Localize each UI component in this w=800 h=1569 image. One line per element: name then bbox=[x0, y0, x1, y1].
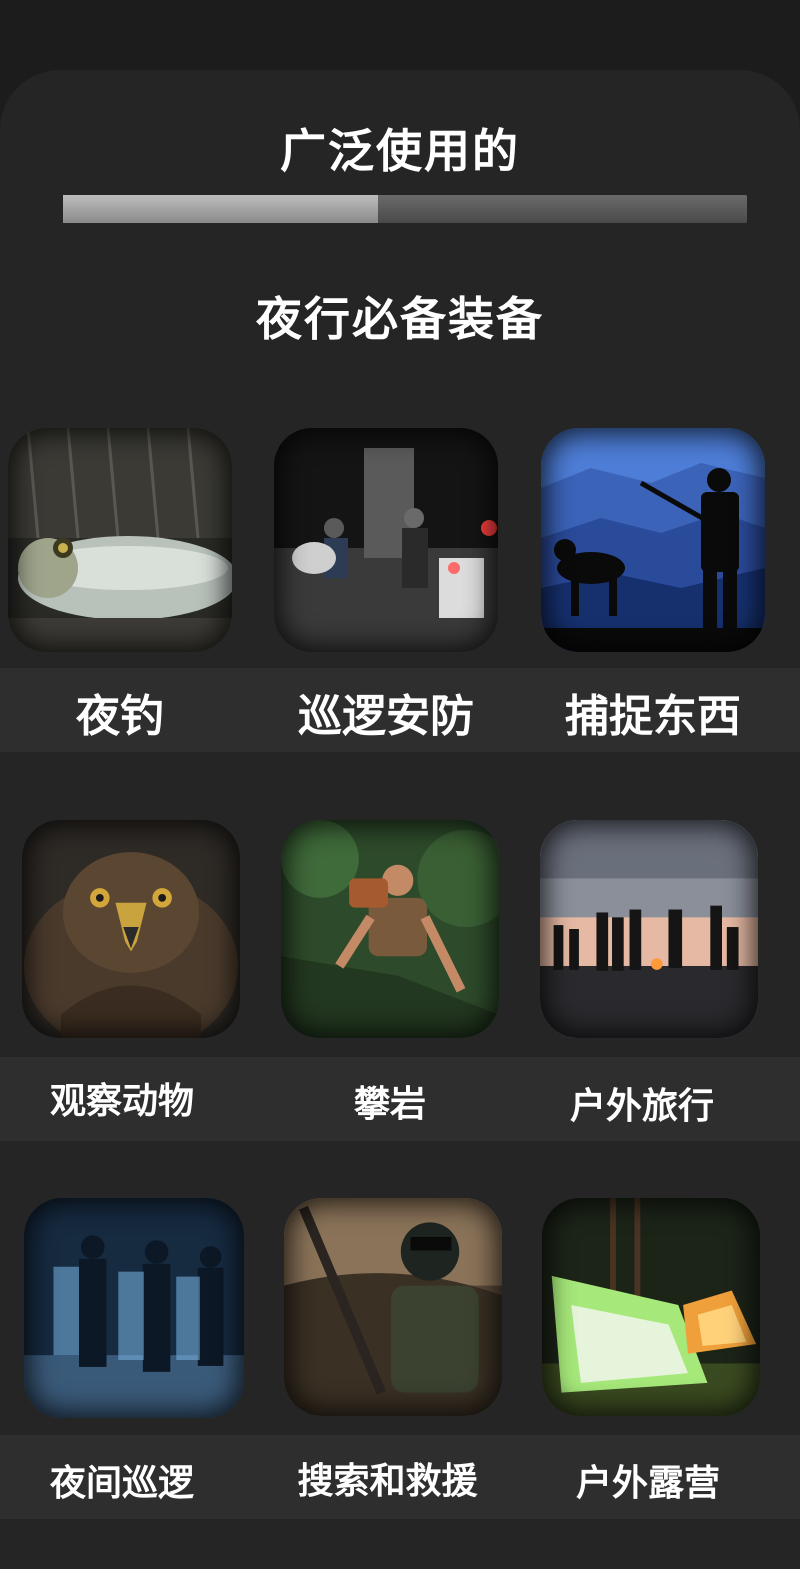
fish-photo-icon bbox=[8, 428, 232, 652]
eagle-photo-tile[interactable] bbox=[22, 820, 240, 1038]
progress-bar bbox=[63, 195, 747, 223]
tent-photo-tile[interactable] bbox=[542, 1198, 760, 1416]
hunter-photo-icon bbox=[541, 428, 765, 652]
eagle-photo-icon bbox=[22, 820, 240, 1038]
pilot-photo-tile[interactable] bbox=[284, 1198, 502, 1416]
campfire-photo-icon bbox=[540, 820, 758, 1038]
pilot-photo-icon bbox=[284, 1198, 502, 1416]
page: 广泛使用的 夜行必备装备 夜钓 巡逻安防 捕捉东西 观察动物 攀岩 户外旅行 夜… bbox=[0, 0, 800, 1569]
item-label: 夜间巡逻 bbox=[49, 1463, 194, 1504]
police-photo-tile[interactable] bbox=[24, 1198, 244, 1418]
progress-fill bbox=[63, 195, 378, 223]
campfire-photo-tile[interactable] bbox=[540, 820, 758, 1038]
police-photo-icon bbox=[24, 1198, 244, 1418]
patrol-photo-tile[interactable] bbox=[274, 428, 498, 652]
item-label: 夜钓 bbox=[76, 691, 164, 742]
item-label: 观察动物 bbox=[49, 1081, 194, 1122]
page-title: 广泛使用的 bbox=[280, 124, 520, 178]
item-label: 攀岩 bbox=[353, 1084, 426, 1125]
section-title: 夜行必备装备 bbox=[256, 292, 544, 346]
item-label: 巡逻安防 bbox=[298, 691, 474, 742]
fish-photo-tile[interactable] bbox=[8, 428, 232, 652]
item-label: 户外露营 bbox=[575, 1463, 720, 1504]
patrol-photo-icon bbox=[274, 428, 498, 652]
tent-photo-icon bbox=[542, 1198, 760, 1416]
climber-photo-tile[interactable] bbox=[281, 820, 499, 1038]
climber-photo-icon bbox=[281, 820, 499, 1038]
hunter-photo-tile[interactable] bbox=[541, 428, 765, 652]
item-label: 捕捉东西 bbox=[565, 691, 741, 742]
item-label: 搜索和救援 bbox=[297, 1461, 478, 1502]
item-label: 户外旅行 bbox=[569, 1086, 714, 1127]
